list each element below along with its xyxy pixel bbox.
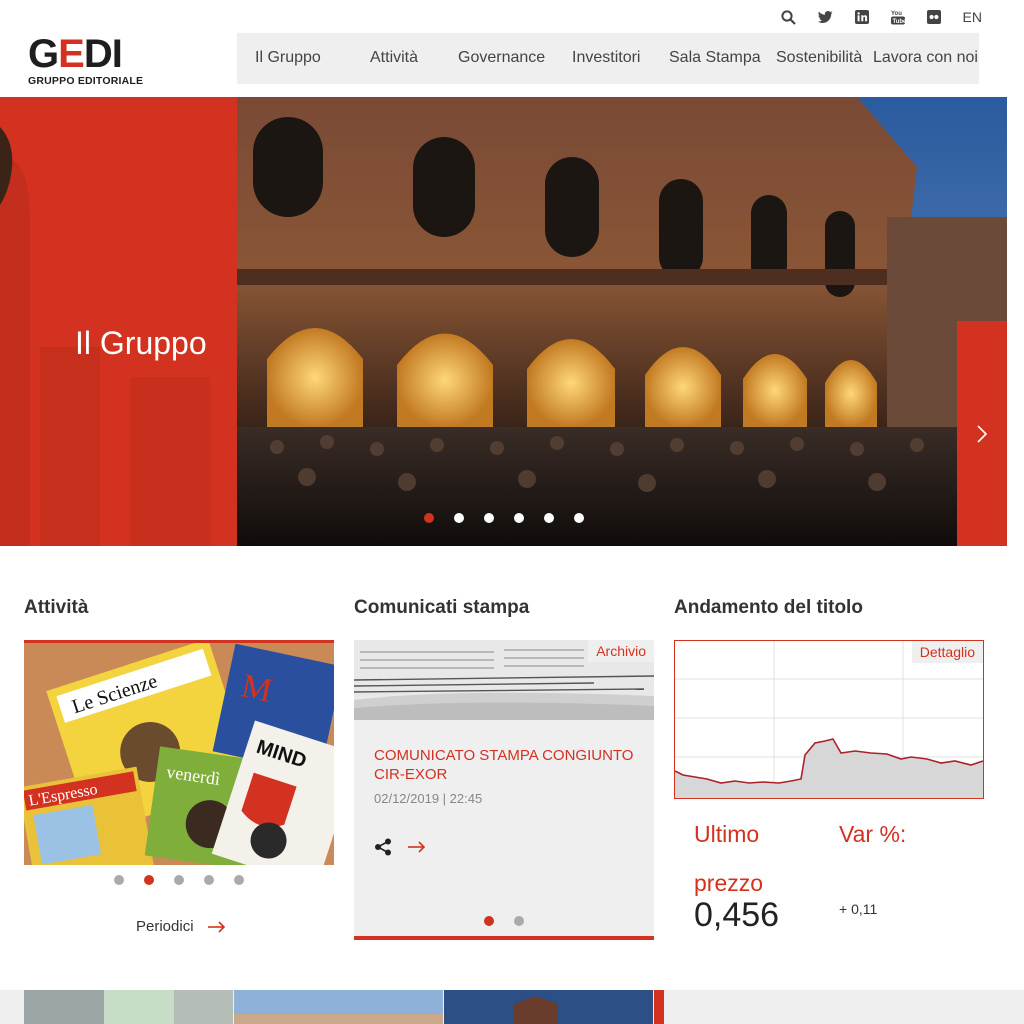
- last-price-value: 0,456: [694, 896, 780, 934]
- twitter-icon[interactable]: [817, 10, 833, 24]
- youtube-icon[interactable]: You Tube: [890, 9, 905, 25]
- periodici-link[interactable]: Periodici: [136, 918, 226, 935]
- nav-item-il-gruppo[interactable]: Il Gruppo: [255, 49, 321, 67]
- variation-value: + 0,11: [839, 901, 878, 917]
- hero-dot-2[interactable]: [454, 513, 464, 523]
- comunicati-pagination: [484, 916, 524, 926]
- nav-item-sala-stampa[interactable]: Sala Stampa: [669, 49, 761, 67]
- hero-next-button[interactable]: [957, 321, 1007, 546]
- comunicati-card: Archivio COMUNICATO STAMPA CONGIUNTO CIR…: [354, 640, 654, 940]
- stock-chart[interactable]: Dettaglio: [674, 640, 984, 799]
- main-nav: Il Gruppo Attività Governance Investitor…: [237, 33, 979, 84]
- hero-carousel: Il Gruppo: [0, 97, 1007, 546]
- gedi-logo[interactable]: GEDI GRUPPO EDITORIALE: [28, 32, 146, 87]
- logo-letters-end: DI: [83, 32, 123, 76]
- logo-letter-accent: E: [58, 32, 85, 76]
- attivita-dot-1[interactable]: [114, 875, 124, 885]
- chevron-right-icon: [977, 424, 988, 443]
- archivio-tag[interactable]: Archivio: [588, 640, 654, 662]
- hero-dot-5[interactable]: [544, 513, 554, 523]
- last-price-label: Ultimo: [694, 821, 760, 847]
- last-price-label-2: prezzo: [694, 870, 764, 896]
- linkedin-icon[interactable]: [854, 10, 869, 24]
- attivita-dot-3[interactable]: [174, 875, 184, 885]
- arrow-right-icon[interactable]: [408, 841, 426, 853]
- attivita-image[interactable]: Le Scienze M L'Espresso venerdì MIND: [24, 640, 334, 865]
- nav-item-investitori[interactable]: Investitori: [572, 49, 640, 67]
- comunicati-dot-1[interactable]: [484, 916, 494, 926]
- periodici-label: Periodici: [136, 918, 194, 935]
- bottom-tile-3[interactable]: [444, 990, 653, 1024]
- comunicati-dot-2[interactable]: [514, 916, 524, 926]
- attivita-pagination: [114, 875, 244, 885]
- language-switch[interactable]: EN: [963, 9, 982, 25]
- svg-text:You: You: [891, 11, 902, 17]
- hero-dot-3[interactable]: [484, 513, 494, 523]
- bottom-tile-2[interactable]: [234, 990, 443, 1024]
- bottom-tile-1[interactable]: [24, 990, 233, 1024]
- utility-bar: You Tube EN: [780, 6, 982, 28]
- flickr-icon[interactable]: [926, 10, 941, 24]
- hero-title-panel: [0, 97, 237, 546]
- attivita-dot-2[interactable]: [144, 875, 154, 885]
- press-release-headline[interactable]: COMUNICATO STAMPA CONGIUNTO CIR-EXOR: [374, 746, 634, 784]
- hero-photo: [237, 97, 1007, 546]
- press-release-actions: [374, 838, 426, 856]
- nav-item-sostenibilita[interactable]: Sostenibilità: [776, 49, 862, 67]
- hero-dot-4[interactable]: [514, 513, 524, 523]
- magazines-image: Le Scienze M L'Espresso venerdì MIND: [24, 643, 334, 865]
- hero-title[interactable]: Il Gruppo: [75, 325, 207, 362]
- hero-dot-6[interactable]: [574, 513, 584, 523]
- share-icon[interactable]: [374, 838, 392, 856]
- chart-area: [675, 739, 983, 798]
- comunicati-title: Comunicati stampa: [354, 597, 530, 618]
- attivita-title: Attività: [24, 597, 89, 618]
- nav-item-governance[interactable]: Governance: [458, 49, 545, 67]
- dettaglio-tag[interactable]: Dettaglio: [911, 641, 983, 663]
- nav-item-attivita[interactable]: Attività: [370, 49, 418, 67]
- bottom-tile-accent: [654, 990, 664, 1024]
- hero-dot-1[interactable]: [424, 513, 434, 523]
- hero-pagination: [424, 513, 584, 523]
- attivita-dot-4[interactable]: [204, 875, 214, 885]
- nav-item-lavora-con-noi[interactable]: Lavora con noi: [873, 49, 978, 67]
- logo-letters: G: [28, 32, 59, 76]
- svg-text:Tube: Tube: [892, 19, 905, 25]
- search-icon[interactable]: [780, 9, 796, 25]
- press-release-date: 02/12/2019 | 22:45: [374, 791, 483, 806]
- attivita-dot-5[interactable]: [234, 875, 244, 885]
- arrow-right-icon: [207, 920, 225, 933]
- titolo-title: Andamento del titolo: [674, 597, 863, 618]
- logo-subtitle: GRUPPO EDITORIALE: [28, 75, 144, 87]
- bottom-strip: [0, 990, 1024, 1024]
- variation-label: Var %:: [839, 821, 907, 847]
